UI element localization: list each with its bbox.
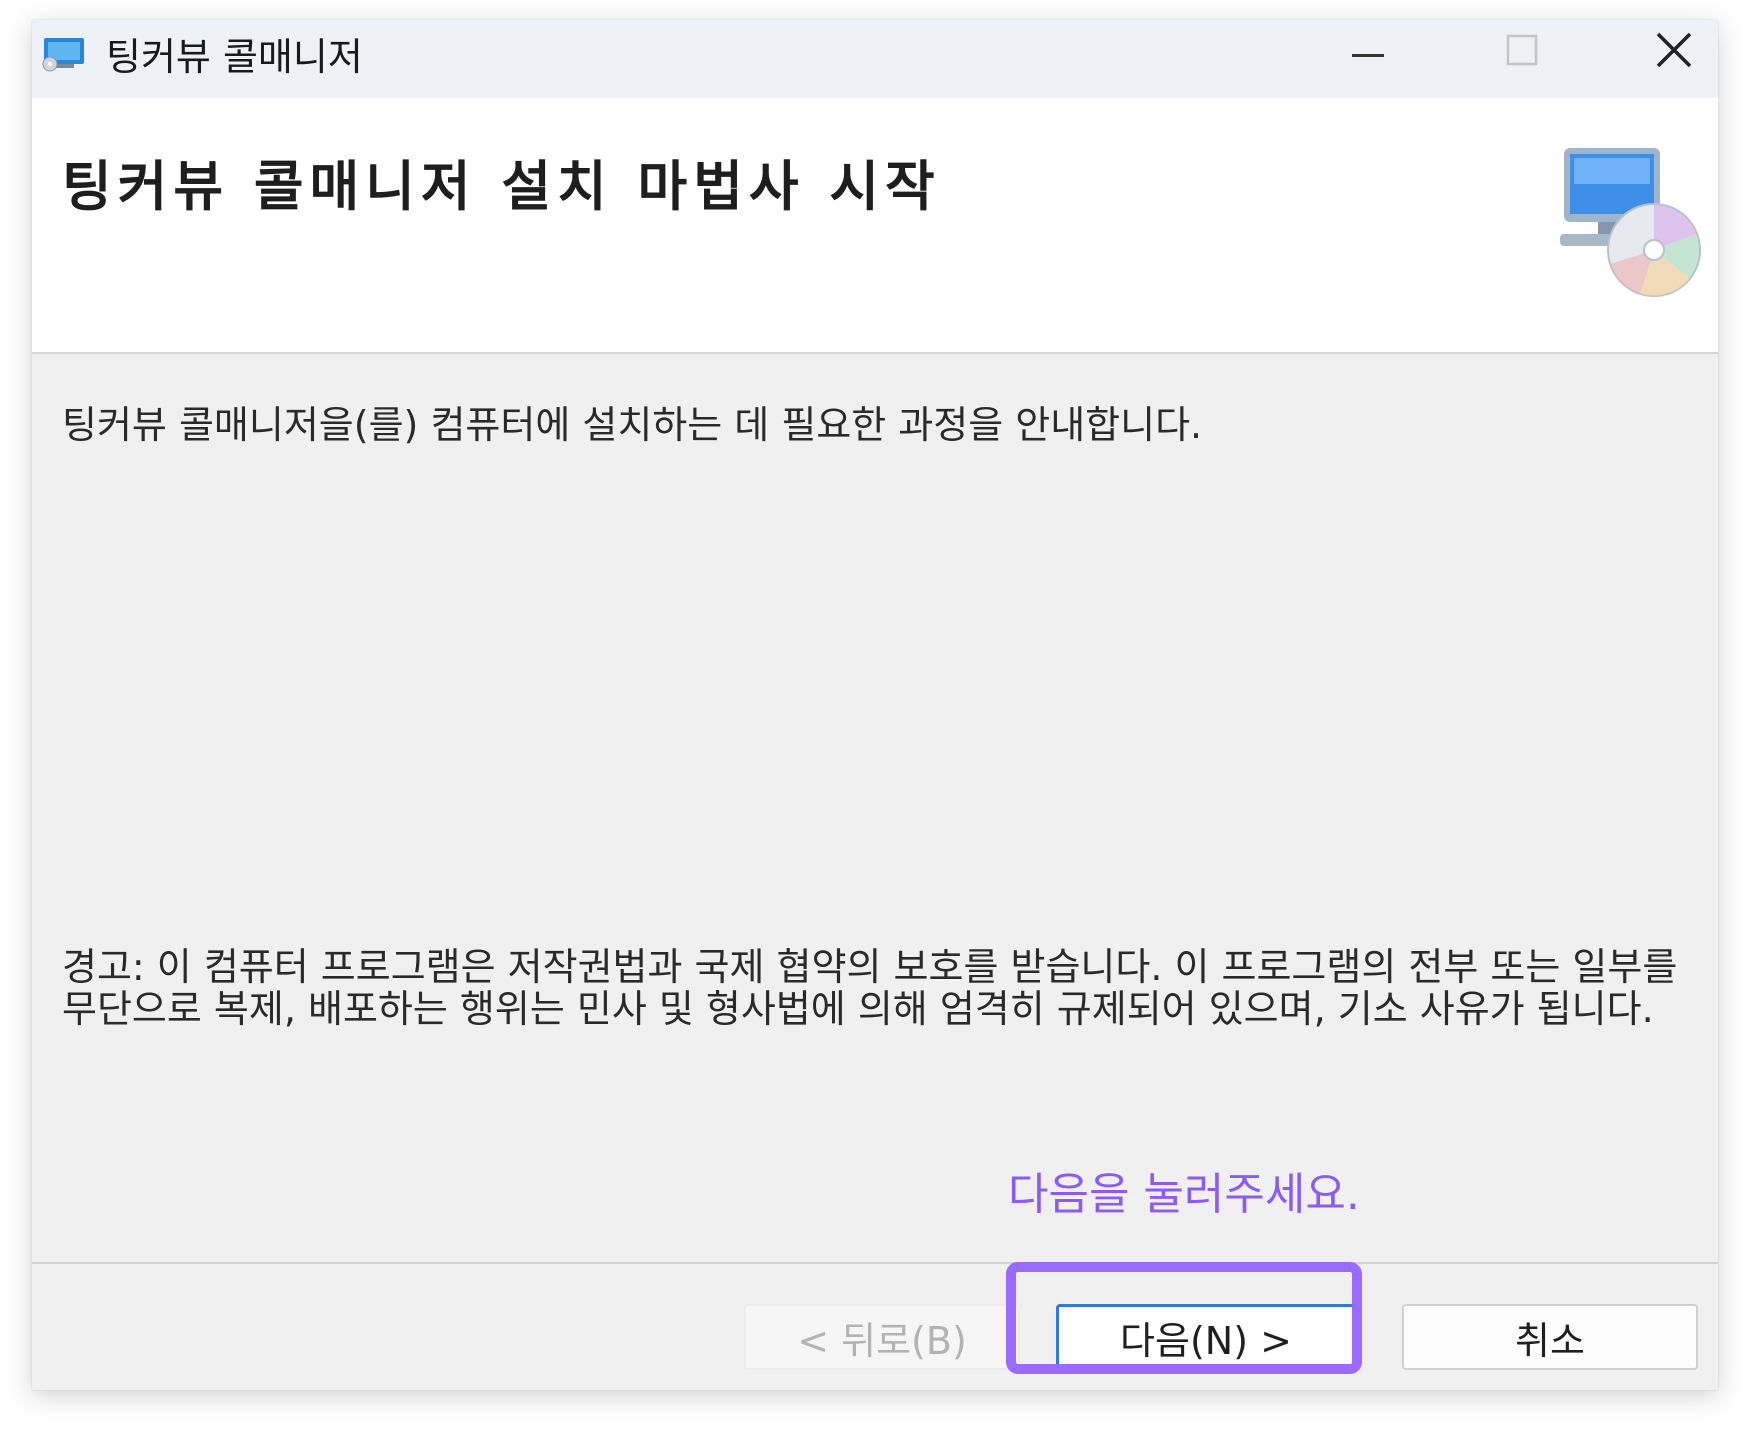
- maximize-button[interactable]: [1462, 20, 1582, 80]
- cancel-button[interactable]: 취소: [1402, 1304, 1698, 1370]
- copyright-warning: 경고: 이 컴퓨터 프로그램은 저작권법과 국제 협약의 보호를 받습니다. 이…: [62, 945, 1678, 1031]
- annotation-hint: 다음을 눌러주세요.: [1008, 1169, 1360, 1220]
- window-title: 팅커뷰 콜매니저: [106, 35, 363, 79]
- computer-disc-icon: [1550, 138, 1710, 298]
- title-bar[interactable]: 팅커뷰 콜매니저: [32, 20, 1718, 98]
- maximize-icon: [1506, 34, 1538, 66]
- minimize-icon: [1352, 54, 1384, 57]
- close-icon: [1656, 32, 1692, 68]
- minimize-button[interactable]: [1308, 20, 1428, 80]
- installer-window: 팅커뷰 콜매니저 팅커뷰 콜매니저 설치 마법사 시작 팅커뷰 콜매니저을(를)…: [32, 20, 1718, 1390]
- installer-app-icon: [40, 34, 86, 72]
- intro-text: 팅커뷰 콜매니저을(를) 컴퓨터에 설치하는 데 필요한 과정을 안내합니다.: [62, 403, 1203, 447]
- next-button-highlight: [1006, 1262, 1362, 1374]
- close-button[interactable]: [1614, 20, 1734, 80]
- wizard-header: 팅커뷰 콜매니저 설치 마법사 시작: [32, 98, 1718, 354]
- wizard-title: 팅커뷰 콜매니저 설치 마법사 시작: [62, 155, 941, 218]
- footer-divider: [32, 1262, 1718, 1264]
- back-button[interactable]: < 뒤로(B): [744, 1304, 1020, 1370]
